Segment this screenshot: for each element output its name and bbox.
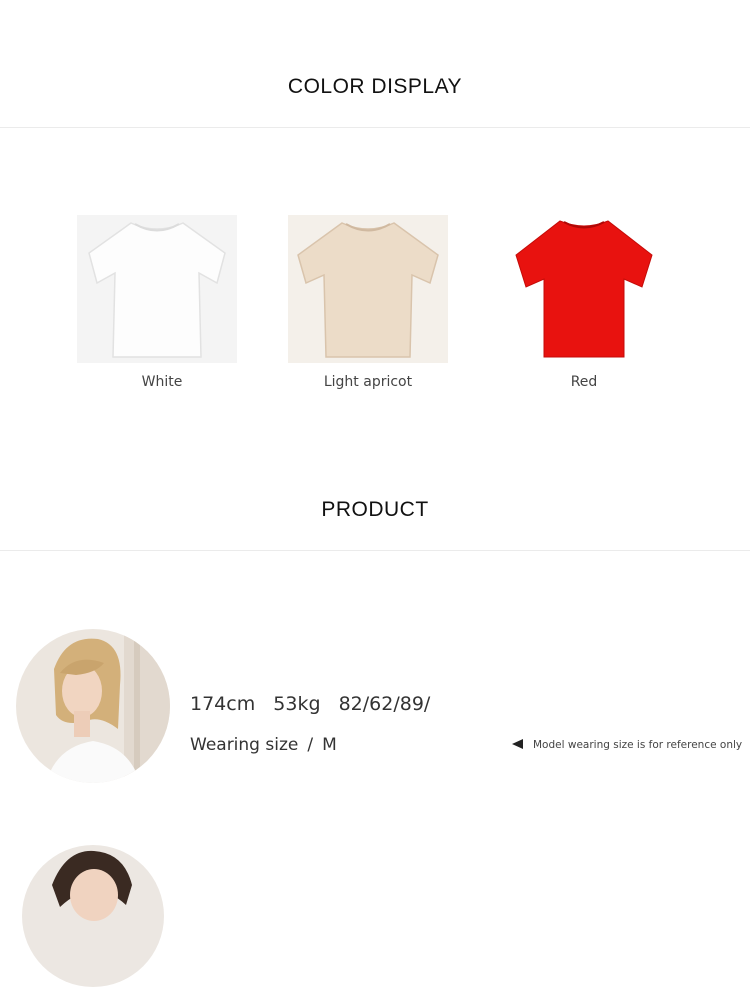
color-display-divider — [0, 127, 750, 128]
model-weight: 53kg — [273, 693, 321, 715]
red-tshirt-image[interactable] — [504, 215, 664, 363]
reference-note-text: Model wearing size is for reference only — [533, 739, 743, 751]
product-divider — [0, 550, 750, 551]
white-tshirt-image[interactable] — [77, 215, 237, 363]
color-label-red: Red — [570, 374, 598, 390]
model-avatar-2 — [22, 845, 164, 987]
light-apricot-tshirt-image[interactable] — [288, 215, 448, 363]
model-body-measurements: 82/62/89/ — [338, 693, 431, 715]
product-heading: PRODUCT — [321, 498, 429, 521]
color-label-white: White — [141, 374, 183, 390]
wearing-size-separator: / — [307, 735, 314, 755]
model-height: 174cm — [190, 693, 256, 715]
left-triangle-icon — [512, 739, 523, 749]
model-avatar — [16, 629, 170, 783]
model-wearing-size: Wearing size / M — [190, 735, 337, 755]
wearing-size-label: Wearing size — [190, 735, 299, 755]
reference-note: Model wearing size is for reference only — [512, 739, 742, 751]
wearing-size-value: M — [322, 735, 337, 755]
color-display-heading: COLOR DISPLAY — [287, 75, 463, 98]
color-label-light-apricot: Light apricot — [323, 374, 413, 390]
model-measurements: 174cm 53kg 82/62/89/ — [190, 693, 442, 715]
tshirt-shape — [88, 222, 226, 358]
